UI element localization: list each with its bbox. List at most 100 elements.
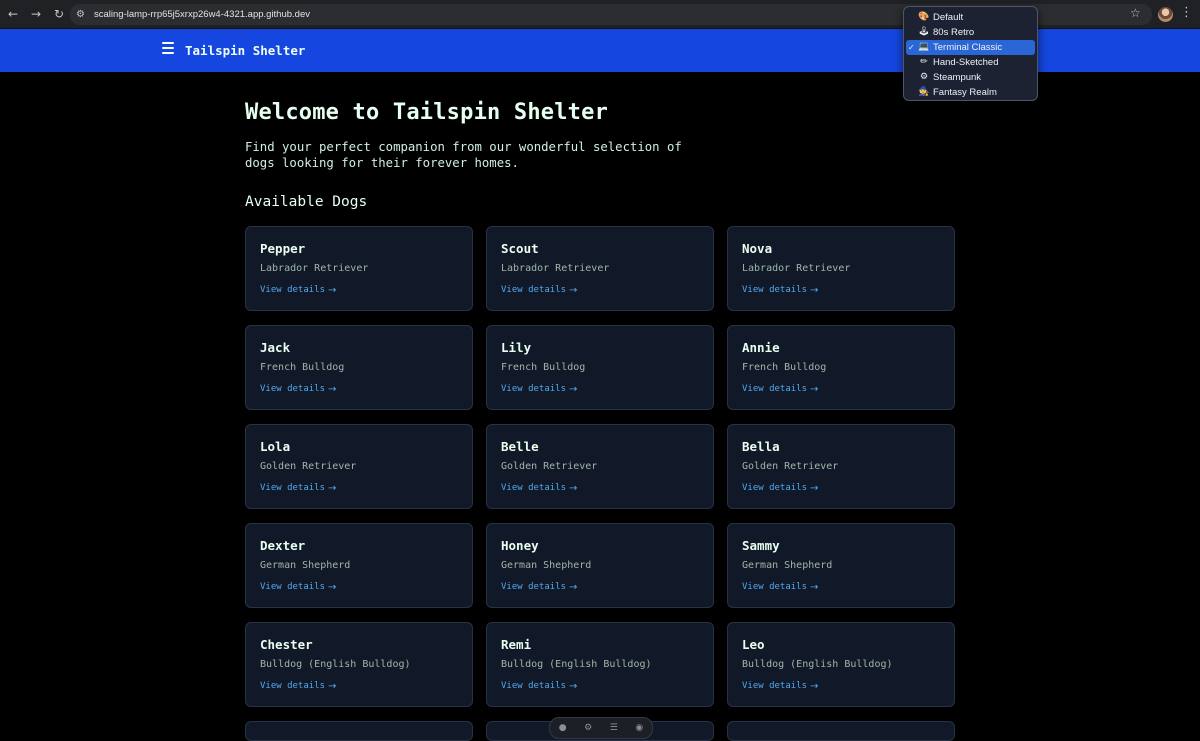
view-details-label: View details [260,384,326,394]
arrow-right-icon: → [569,482,578,494]
dog-card[interactable]: Pepper Labrador Retriever View details → [245,226,473,311]
dog-name: Remi [501,637,532,652]
dog-name: Scout [501,241,539,256]
palette-icon: 🎨 [918,12,930,22]
hamburger-menu-icon[interactable] [162,42,174,54]
view-details-link[interactable]: View details → [260,482,458,494]
wizard-icon: 🧙 [918,87,930,97]
dog-card[interactable]: Bella Golden Retriever View details → [727,424,955,509]
view-details-link[interactable]: View details → [742,284,940,296]
dog-breed: Golden Retriever [260,461,357,472]
dog-breed: German Shepherd [260,560,351,571]
view-details-link[interactable]: View details → [501,284,699,296]
toolbar-icon[interactable]: ⚙ [584,723,592,733]
view-details-label: View details [501,384,567,394]
view-details-link[interactable]: View details → [742,581,940,593]
arrow-right-icon: → [328,383,337,395]
theme-option-label: Default [933,12,964,23]
view-details-link[interactable]: View details → [260,284,458,296]
view-details-link[interactable]: View details → [742,482,940,494]
dog-name: Leo [742,637,765,652]
site-info-icon[interactable]: ⚙ [76,9,90,20]
dog-card[interactable]: Honey German Shepherd View details → [486,523,714,608]
profile-avatar[interactable] [1158,7,1173,22]
dog-name: Lola [260,439,291,454]
dog-card[interactable]: Nova Labrador Retriever View details → [727,226,955,311]
dog-name: Belle [501,439,539,454]
theme-option-label: Fantasy Realm [933,87,997,98]
dog-breed: French Bulldog [742,362,827,373]
view-details-link[interactable]: View details → [260,581,458,593]
view-details-link[interactable]: View details → [742,680,940,692]
arrow-right-icon: → [810,680,819,692]
dog-breed: Labrador Retriever [501,263,610,274]
arrow-right-icon: → [569,680,578,692]
back-icon[interactable]: ← [3,4,23,24]
theme-option[interactable]: 🎨 Default [906,10,1035,25]
theme-option[interactable]: ⚙ Steampunk [906,70,1035,85]
dog-breed: Bulldog (English Bulldog) [260,659,411,670]
dog-card[interactable]: Lily French Bulldog View details → [486,325,714,410]
view-details-label: View details [742,285,808,295]
forward-icon[interactable]: → [26,4,46,24]
url-text: scaling-lamp-rrp65j5xrxp26w4-4321.app.gi… [94,9,310,20]
view-details-link[interactable]: View details → [501,482,699,494]
view-details-label: View details [501,582,567,592]
floating-toolbar[interactable]: ● ⚙ ☰ ◉ [549,717,653,739]
toolbar-icon[interactable]: ● [559,723,567,733]
theme-option[interactable]: 🕹 80s Retro [906,25,1035,40]
view-details-label: View details [260,582,326,592]
dog-breed: German Shepherd [501,560,592,571]
dog-card[interactable]: Sammy German Shepherd View details → [727,523,955,608]
arrow-right-icon: → [569,383,578,395]
arrow-right-icon: → [810,581,819,593]
browser-menu-icon[interactable]: ⋮ [1180,5,1193,20]
theme-option-label: Terminal Classic [933,42,1003,53]
theme-option[interactable]: ✏ Hand-Sketched [906,55,1035,70]
dog-card[interactable]: Remi Bulldog (English Bulldog) View detail… [486,622,714,707]
reload-icon[interactable]: ↻ [49,4,69,24]
view-details-link[interactable]: View details → [501,383,699,395]
page-subtitle: Find your perfect companion from our won… [245,140,682,170]
checkmark-icon: ✓ [908,43,915,52]
dog-card[interactable]: Lola Golden Retriever View details → [245,424,473,509]
dog-name: Chester [260,637,313,652]
view-details-link[interactable]: View details → [260,383,458,395]
computer-icon: 💻 [918,42,930,52]
dog-breed: Bulldog (English Bulldog) [501,659,652,670]
dog-card[interactable]: Chester Bulldog (English Bulldog) View det… [245,622,473,707]
toolbar-icon[interactable]: ☰ [610,723,618,733]
bookmark-star-icon[interactable]: ☆ [1130,6,1141,20]
view-details-label: View details [501,681,567,691]
view-details-label: View details [501,483,567,493]
dog-card[interactable]: Jack French Bulldog View details → [245,325,473,410]
brand-title[interactable]: Tailspin Shelter [185,43,305,58]
dog-card-partial[interactable] [727,721,955,741]
arrow-right-icon: → [569,284,578,296]
dog-card[interactable]: Dexter German Shepherd View details → [245,523,473,608]
dog-card-partial[interactable] [245,721,473,741]
dog-card[interactable]: Annie French Bulldog View details → [727,325,955,410]
view-details-link[interactable]: View details → [742,383,940,395]
view-details-link[interactable]: View details → [260,680,458,692]
theme-option-label: Steampunk [933,72,982,83]
toolbar-icon[interactable]: ◉ [635,723,643,733]
view-details-label: View details [501,285,567,295]
view-details-link[interactable]: View details → [501,581,699,593]
dog-card[interactable]: Leo Bulldog (English Bulldog) View details… [727,622,955,707]
dog-breed: Labrador Retriever [260,263,369,274]
arrow-right-icon: → [328,680,337,692]
theme-option[interactable]: 🧙 Fantasy Realm [906,85,1035,100]
dog-card[interactable]: Belle Golden Retriever View details → [486,424,714,509]
dog-breed: French Bulldog [260,362,345,373]
view-details-link[interactable]: View details → [501,680,699,692]
arrow-right-icon: → [569,581,578,593]
dog-name: Pepper [260,241,306,256]
dog-breed: Labrador Retriever [742,263,851,274]
dog-name: Dexter [260,538,306,553]
arrow-right-icon: → [810,284,819,296]
theme-option[interactable]: ✓ 💻 Terminal Classic [906,40,1035,55]
pencil-icon: ✏ [920,57,928,67]
dog-card[interactable]: Scout Labrador Retriever View details → [486,226,714,311]
dog-name: Honey [501,538,539,553]
